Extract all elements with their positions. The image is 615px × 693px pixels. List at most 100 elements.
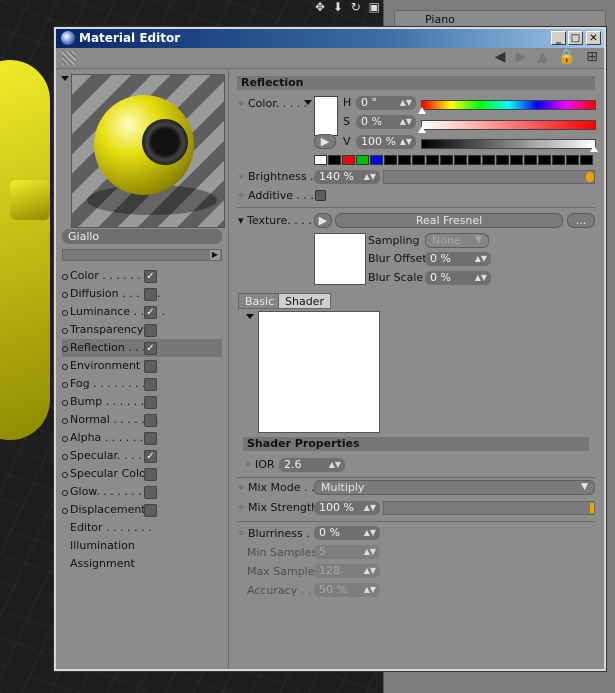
palette-swatch[interactable] xyxy=(510,155,523,165)
channel-extra-item[interactable]: Assignment xyxy=(62,555,222,573)
channel-item[interactable]: Bump . . . . . . . . xyxy=(62,393,222,411)
texture-name-button[interactable]: Real Fresnel xyxy=(335,213,563,228)
blur-offset-input[interactable]: 0 % ▲▼ xyxy=(425,252,491,266)
hue-input[interactable]: 0 ° ▲▼ xyxy=(356,96,416,110)
grip-handle-icon[interactable] xyxy=(62,51,76,65)
channel-item[interactable]: Alpha . . . . . . . . xyxy=(62,429,222,447)
channel-item[interactable]: Specular Color xyxy=(62,465,222,483)
color-swatch[interactable] xyxy=(314,96,338,136)
spin-arrows-icon[interactable]: ▲▼ xyxy=(364,501,376,515)
shader-preview-menu-icon[interactable] xyxy=(246,314,254,319)
palette-swatch[interactable] xyxy=(440,155,453,165)
sampling-dropdown[interactable]: None ▼ xyxy=(425,233,489,248)
channel-checkbox[interactable] xyxy=(144,414,157,427)
spin-arrows-icon[interactable]: ▲▼ xyxy=(329,458,341,472)
channel-checkbox[interactable] xyxy=(144,288,157,301)
blur-scale-input[interactable]: 0 % ▲▼ xyxy=(425,271,491,285)
material-name-field[interactable]: Giallo xyxy=(62,229,222,244)
value-slider[interactable] xyxy=(421,139,596,149)
up-arrow-icon[interactable]: ▲ xyxy=(537,49,548,65)
object-row-piano[interactable]: Piano xyxy=(394,10,606,28)
blurriness-input[interactable]: 0 % ▲▼ xyxy=(314,526,380,540)
channel-checkbox[interactable] xyxy=(144,324,157,337)
palette-swatch[interactable] xyxy=(496,155,509,165)
tab-basic[interactable]: Basic xyxy=(238,293,282,309)
channel-item[interactable]: Environment xyxy=(62,357,222,375)
texture-more-button[interactable]: ... xyxy=(567,213,595,228)
palette-swatch[interactable] xyxy=(342,155,355,165)
channel-item[interactable]: Specular. . . . . . ✓ xyxy=(62,447,222,465)
color-picker-button[interactable]: ▶ xyxy=(314,134,336,149)
horizontal-scrollbar[interactable]: ▶ xyxy=(62,249,222,261)
palette-swatch[interactable] xyxy=(314,155,327,165)
shader-preview[interactable] xyxy=(258,311,380,433)
mix-strength-slider[interactable] xyxy=(383,501,595,515)
scroll-right-icon[interactable]: ▶ xyxy=(210,250,220,260)
channel-checkbox[interactable] xyxy=(144,360,157,373)
texture-menu-button[interactable]: ▶ xyxy=(314,213,332,228)
color-menu-icon[interactable] xyxy=(304,100,312,105)
spin-arrows-icon[interactable]: ▲▼ xyxy=(400,115,412,129)
title-bar[interactable]: Material Editor _ □ ✕ xyxy=(56,29,604,48)
hue-slider[interactable] xyxy=(421,100,596,110)
palette-swatch[interactable] xyxy=(580,155,593,165)
channel-extra-item[interactable]: Illumination xyxy=(62,537,222,555)
close-button[interactable]: ✕ xyxy=(586,31,601,45)
channel-checkbox[interactable]: ✓ xyxy=(144,342,157,355)
channel-extra-item[interactable]: Editor . . . . . . . xyxy=(62,519,222,537)
channel-checkbox[interactable] xyxy=(144,432,157,445)
tab-shader[interactable]: Shader xyxy=(278,293,331,309)
saturation-input[interactable]: 0 % ▲▼ xyxy=(356,115,416,129)
channel-checkbox[interactable] xyxy=(144,396,157,409)
minimize-button[interactable]: _ xyxy=(551,31,566,45)
palette-swatch[interactable] xyxy=(398,155,411,165)
material-preview[interactable] xyxy=(71,74,225,228)
saturation-slider-thumb[interactable] xyxy=(418,126,426,133)
channel-checkbox[interactable] xyxy=(144,486,157,499)
mix-strength-input[interactable]: 100 % ▲▼ xyxy=(314,501,380,515)
back-arrow-icon[interactable]: ◀ xyxy=(495,49,506,65)
palette-swatch[interactable] xyxy=(426,155,439,165)
palette-swatch[interactable] xyxy=(538,155,551,165)
maximize-button[interactable]: □ xyxy=(568,31,583,45)
palette-swatch[interactable] xyxy=(468,155,481,165)
channel-item[interactable]: Reflection . . . . ✓ xyxy=(62,339,222,357)
palette-swatch[interactable] xyxy=(482,155,495,165)
spin-arrows-icon[interactable]: ▲▼ xyxy=(400,135,412,149)
saturation-slider[interactable] xyxy=(421,120,596,130)
channel-item[interactable]: Fog . . . . . . . . . xyxy=(62,375,222,393)
palette-swatch[interactable] xyxy=(384,155,397,165)
channel-item[interactable]: Displacement xyxy=(62,501,222,519)
channel-item[interactable]: Luminance . . . . . ✓ xyxy=(62,303,222,321)
ior-input[interactable]: 2.6 ▲▼ xyxy=(279,458,345,472)
viewport-nav-icons[interactable]: ✥ ⬇ ↻ ▣ xyxy=(315,0,382,14)
new-window-icon[interactable]: ⊞ xyxy=(586,49,598,65)
channel-checkbox[interactable]: ✓ xyxy=(144,270,157,283)
palette-swatch[interactable] xyxy=(328,155,341,165)
palette-swatch[interactable] xyxy=(524,155,537,165)
channel-checkbox[interactable] xyxy=(144,504,157,517)
preview-menu-icon[interactable] xyxy=(61,76,69,81)
spin-arrows-icon[interactable]: ▲▼ xyxy=(475,271,487,285)
palette-swatch[interactable] xyxy=(566,155,579,165)
channel-item[interactable]: Transparency xyxy=(62,321,222,339)
additive-checkbox[interactable] xyxy=(315,190,326,201)
spin-arrows-icon[interactable]: ▲▼ xyxy=(475,252,487,266)
palette-swatch[interactable] xyxy=(454,155,467,165)
spin-arrows-icon[interactable]: ▲▼ xyxy=(400,96,412,110)
palette-swatch[interactable] xyxy=(370,155,383,165)
channel-checkbox[interactable] xyxy=(144,468,157,481)
mix-mode-dropdown[interactable]: Multiply ▼ xyxy=(314,480,595,495)
channel-item[interactable]: Normal . . . . . . . xyxy=(62,411,222,429)
channel-checkbox[interactable] xyxy=(144,378,157,391)
forward-arrow-icon[interactable]: ▶ xyxy=(516,49,527,65)
channel-item[interactable]: Color . . . . . . . . ✓ xyxy=(62,267,222,285)
channel-checkbox[interactable]: ✓ xyxy=(144,306,157,319)
texture-preview[interactable] xyxy=(314,233,366,285)
value-input[interactable]: 100 % ▲▼ xyxy=(356,135,416,149)
palette-swatch[interactable] xyxy=(356,155,369,165)
channel-item[interactable]: Glow. . . . . . . . . xyxy=(62,483,222,501)
brightness-slider[interactable] xyxy=(383,170,595,184)
spin-arrows-icon[interactable]: ▲▼ xyxy=(364,170,376,184)
spin-arrows-icon[interactable]: ▲▼ xyxy=(364,526,376,540)
